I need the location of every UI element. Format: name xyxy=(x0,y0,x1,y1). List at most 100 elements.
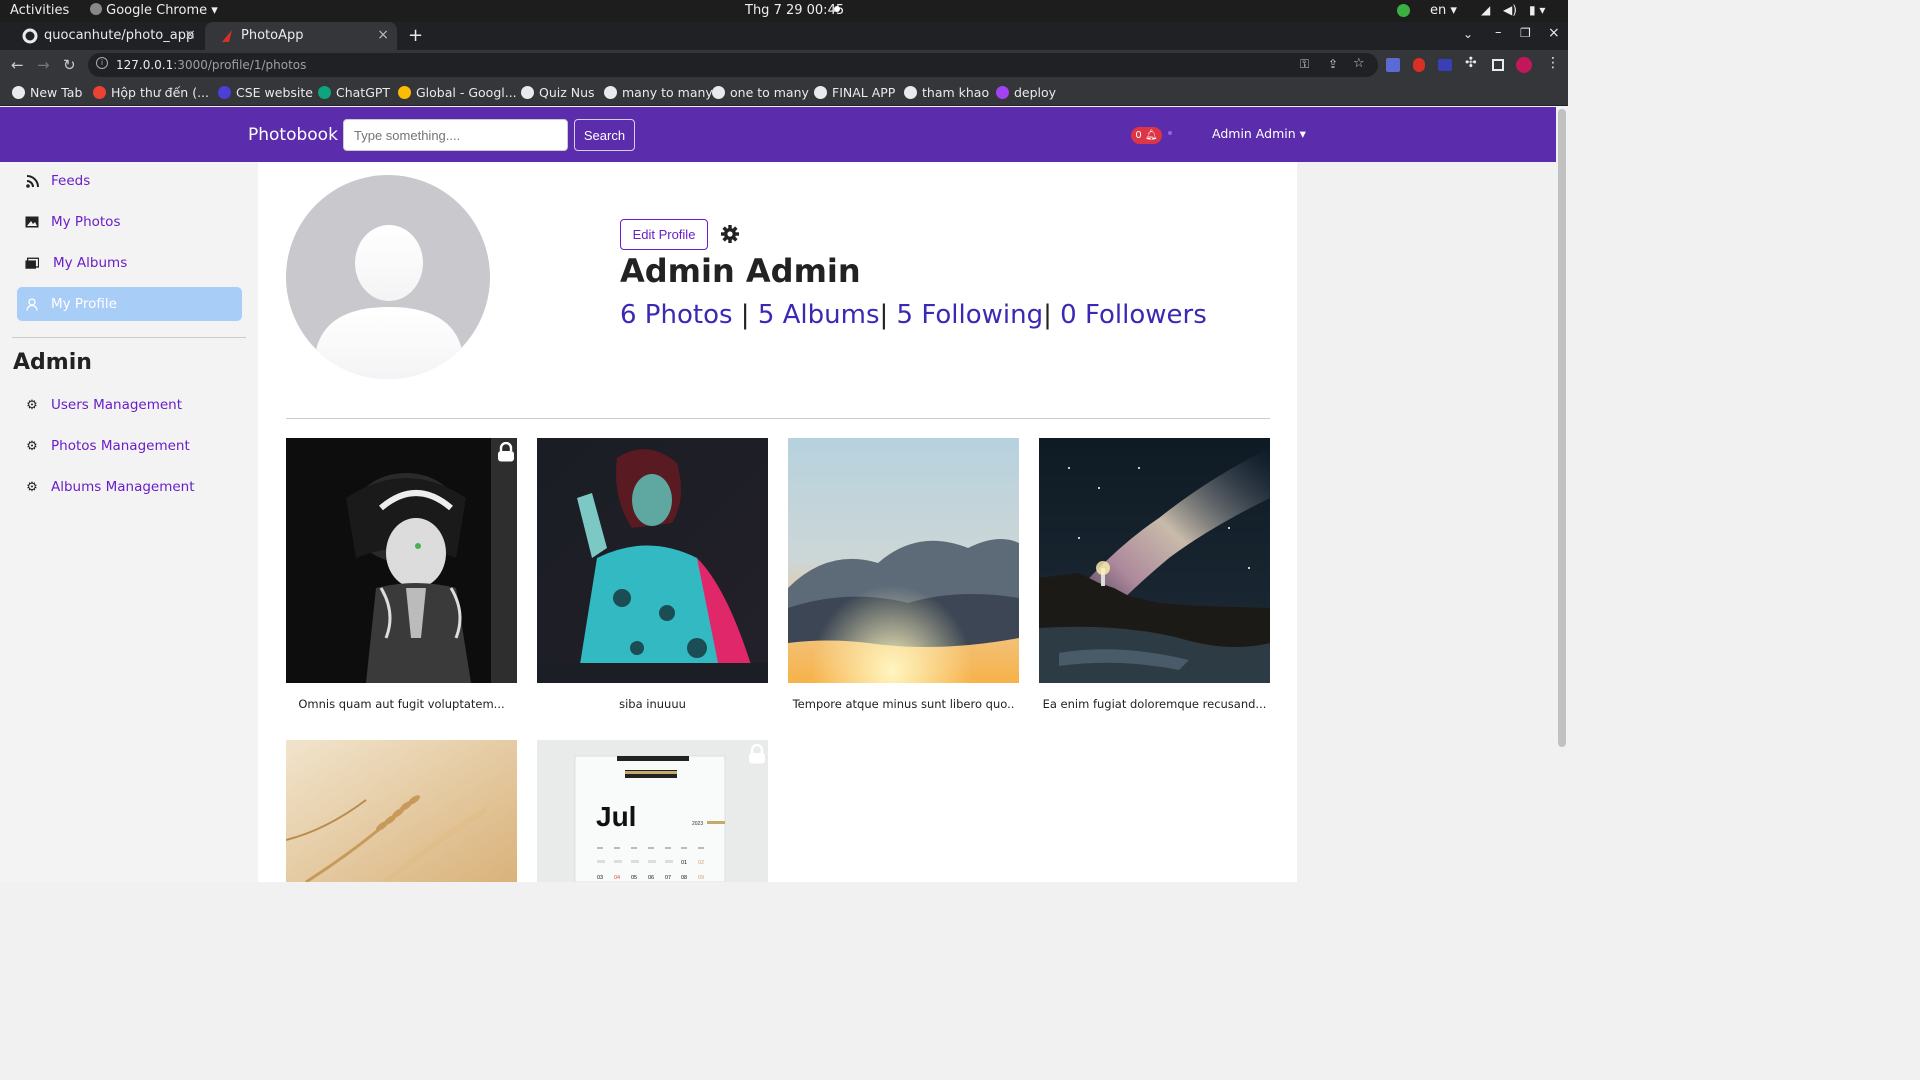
minimize-icon[interactable]: – xyxy=(1495,25,1502,40)
language-label: en xyxy=(1430,3,1447,18)
url-path: :3000/profile/1/photos xyxy=(173,58,307,72)
app-navbar: Photobook Search 0 🔔︎ Admin Admin ▾ xyxy=(0,107,1556,162)
battery-icon[interactable]: ▮ ▾ xyxy=(1529,3,1545,17)
sidebar-item-label: My Albums xyxy=(53,255,128,271)
photo-caption: Omnis quam aut fugit voluptatem... xyxy=(298,697,505,711)
dropdown-dot xyxy=(1168,131,1172,135)
address-bar[interactable]: i 127.0.0.1:3000/profile/1/photos ⚿ ⇪ ☆ xyxy=(88,53,1378,77)
tab-photoapp[interactable]: PhotoApp × xyxy=(205,22,397,50)
app-favicon-icon xyxy=(219,28,235,44)
bookmark-item[interactable]: FINAL APP xyxy=(814,85,895,100)
new-tab-icon[interactable]: + xyxy=(408,25,423,46)
reload-icon[interactable]: ↻ xyxy=(63,56,76,74)
status-check-icon xyxy=(1397,4,1410,17)
translate-extension-icon[interactable] xyxy=(1386,58,1400,72)
bookmark-item[interactable]: Hộp thư đến (... xyxy=(93,85,209,100)
restore-icon[interactable]: ❐ xyxy=(1520,26,1531,40)
close-window-icon[interactable]: × xyxy=(1548,25,1560,41)
sidebar-divider xyxy=(12,337,246,338)
language-indicator[interactable]: en ▾ xyxy=(1430,3,1457,18)
photo-card[interactable] xyxy=(537,438,768,683)
key-icon[interactable]: ⚿ xyxy=(1300,57,1309,72)
bookmark-item[interactable]: Global - Googl... xyxy=(398,85,517,100)
notification-badge[interactable]: 0 🔔︎ xyxy=(1131,127,1162,144)
bookmark-label: deploy xyxy=(1014,85,1057,100)
sidebar-item-albums-management[interactable]: ⚙ Albums Management xyxy=(17,470,242,504)
bookmark-favicon-icon xyxy=(604,86,617,99)
share-icon[interactable]: ⇪ xyxy=(1328,57,1338,71)
close-tab-icon[interactable]: × xyxy=(184,27,196,43)
image-icon xyxy=(25,215,39,229)
bookmark-item[interactable]: ChatGPT xyxy=(318,85,390,100)
sidebar-item-users-management[interactable]: ⚙ Users Management xyxy=(17,388,242,422)
albums-count-link[interactable]: 5 Albums xyxy=(758,300,880,330)
bookmark-item[interactable]: one to many xyxy=(712,85,809,100)
bookmark-item[interactable]: deploy xyxy=(996,85,1056,100)
calendar-day: 06 xyxy=(648,875,654,881)
more-menu-icon[interactable]: ⋮ xyxy=(1546,55,1560,71)
sidebar-item-label: My Photos xyxy=(51,214,121,230)
edit-profile-button[interactable]: Edit Profile xyxy=(620,219,708,250)
photo-card[interactable] xyxy=(788,438,1019,683)
active-app-menu[interactable]: Google Chrome ▾ xyxy=(90,3,218,18)
wifi-icon[interactable]: ◢ xyxy=(1481,3,1490,17)
admin-heading: Admin xyxy=(13,350,92,375)
sidebar-item-label: Users Management xyxy=(51,397,183,413)
sidebar: Feeds My Photos My Albums My Profile Adm… xyxy=(0,162,258,882)
settings-gear-icon[interactable] xyxy=(720,224,740,244)
photo-thumbnail xyxy=(286,740,517,882)
user-name: Admin Admin xyxy=(1212,126,1296,141)
sidebar-item-photos-management[interactable]: ⚙ Photos Management xyxy=(17,429,242,463)
sidebar-item-my-photos[interactable]: My Photos xyxy=(17,205,242,239)
back-icon[interactable]: ← xyxy=(11,56,24,74)
calendar-day: 05 xyxy=(631,875,637,881)
search-input[interactable] xyxy=(343,119,568,151)
sidebar-item-my-albums[interactable]: My Albums xyxy=(17,246,242,280)
tab-search-icon[interactable]: ⌄ xyxy=(1463,27,1473,41)
volume-icon[interactable]: ◀) xyxy=(1503,3,1517,17)
page-scrollbar[interactable] xyxy=(1556,107,1568,882)
bookmark-favicon-icon xyxy=(318,86,331,99)
bookmark-label: New Tab xyxy=(30,85,83,100)
tab-github[interactable]: quocanhute/photo_app × xyxy=(8,22,204,50)
bookmark-item[interactable]: New Tab xyxy=(12,85,82,100)
photo-card[interactable]: Jul 2023 01 02 03 04 05 06 07 08 09 xyxy=(537,740,768,882)
photo-thumbnail xyxy=(1039,438,1270,683)
profile-avatar-icon[interactable] xyxy=(1516,57,1532,73)
user-dropdown[interactable]: Admin Admin ▾ xyxy=(1212,126,1306,141)
bookmark-favicon-icon xyxy=(218,86,231,99)
bookmark-favicon-icon xyxy=(904,86,917,99)
avatar xyxy=(286,175,490,379)
brand-logo[interactable]: Photobook xyxy=(248,125,338,145)
extension-red-icon[interactable] xyxy=(1413,58,1425,72)
side-panel-icon[interactable] xyxy=(1492,59,1504,71)
calendar-day: 08 xyxy=(681,875,687,881)
followers-count-link[interactable]: 0 Followers xyxy=(1060,300,1207,330)
extensions-puzzle-icon[interactable]: ✣ xyxy=(1465,55,1477,71)
forward-icon[interactable]: → xyxy=(37,56,50,74)
close-tab-icon[interactable]: × xyxy=(377,27,389,43)
bookmark-item[interactable]: Quiz Nus xyxy=(521,85,595,100)
following-count-link[interactable]: 5 Following xyxy=(897,300,1044,330)
sidebar-item-my-profile[interactable]: My Profile xyxy=(17,287,242,321)
clock[interactable]: Thg 7 29 00:45 xyxy=(745,3,844,18)
photo-card[interactable] xyxy=(1039,438,1270,683)
bookmark-item[interactable]: CSE website xyxy=(218,85,313,100)
photos-count-link[interactable]: 6 Photos xyxy=(620,300,733,330)
bookmark-favicon-icon xyxy=(93,86,106,99)
bookmark-item[interactable]: many to many xyxy=(604,85,713,100)
photo-card[interactable] xyxy=(286,438,517,683)
search-button[interactable]: Search xyxy=(574,119,635,151)
info-icon[interactable]: i xyxy=(96,57,108,69)
sidebar-item-feeds[interactable]: Feeds xyxy=(17,164,242,198)
extension-zip-icon[interactable] xyxy=(1438,59,1452,71)
os-top-bar: Activities Google Chrome ▾ Thg 7 29 00:4… xyxy=(0,0,1568,22)
bookmark-label: tham khao xyxy=(922,85,990,100)
bookmark-favicon-icon xyxy=(521,86,534,99)
photo-card[interactable] xyxy=(286,740,517,882)
activities-button[interactable]: Activities xyxy=(10,3,69,18)
scrollbar-thumb[interactable] xyxy=(1558,109,1566,747)
chrome-icon xyxy=(90,3,102,15)
bookmark-item[interactable]: tham khao xyxy=(904,85,989,100)
bookmark-star-icon[interactable]: ☆ xyxy=(1353,56,1365,71)
